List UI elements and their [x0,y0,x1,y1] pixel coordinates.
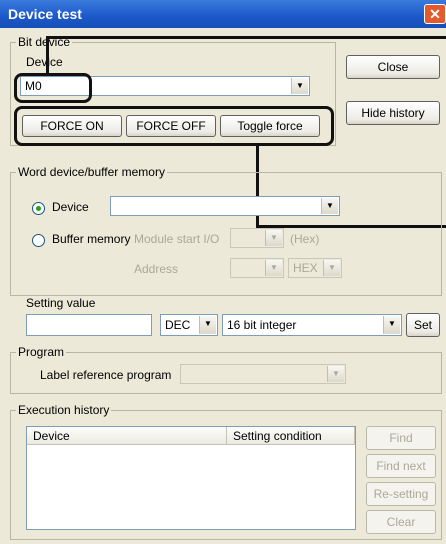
chevron-down-icon[interactable]: ▼ [383,316,400,334]
window-title: Device test [8,6,82,22]
device-test-window: Device test ✕ Bit device Device M0 ▼ FOR… [0,0,446,544]
radix-combo[interactable]: DEC ▼ [160,314,218,336]
chevron-down-icon: ▼ [323,260,340,276]
label-reference-program-label: Label reference program [40,368,172,382]
clear-button[interactable]: Clear [366,510,436,534]
word-device-inner: Device ▼ Buffer memory Module start I/O … [24,190,434,290]
column-header-setting-condition[interactable]: Setting condition [227,427,355,445]
hide-history-button[interactable]: Hide history [346,101,440,125]
word-device-legend: Word device/buffer memory [16,165,167,179]
data-type-combo[interactable]: 16 bit integer ▼ [222,314,402,336]
chevron-down-icon[interactable]: ▼ [291,78,308,94]
hex-unit-label: (Hex) [290,232,320,246]
label-reference-program-combo: ▼ [180,364,346,384]
address-format-combo: HEX ▼ [288,258,342,278]
address-input: ▼ [230,258,284,278]
chevron-down-icon[interactable]: ▼ [199,316,216,334]
module-start-label: Module start I/O [134,232,220,246]
execution-history-list[interactable]: Device Setting condition [26,426,356,530]
program-legend: Program [16,345,67,359]
address-format-value: HEX [293,261,318,275]
chevron-down-icon: ▼ [265,230,282,246]
close-button[interactable]: Close [346,55,440,79]
device-callout [14,73,92,103]
module-start-combo: ▼ [230,228,284,248]
set-button[interactable]: Set [406,313,440,337]
force-buttons-callout [14,106,334,146]
buffer-memory-radio-label: Buffer memory [52,232,131,246]
buffer-memory-radio[interactable] [32,234,45,247]
find-button[interactable]: Find [366,426,436,450]
callout-line-device-vertical [46,36,49,74]
device-radio-label: Device [52,200,89,214]
device-radio[interactable] [32,202,45,215]
callout-line-device-horizontal [46,36,446,39]
window-close-icon[interactable]: ✕ [424,4,446,24]
setting-value-legend: Setting value [26,296,96,310]
setting-value-input[interactable] [26,314,152,336]
chevron-down-icon: ▼ [265,260,282,276]
data-type-value: 16 bit integer [227,318,297,332]
address-label: Address [134,262,179,276]
chevron-down-icon: ▼ [327,366,344,382]
execution-history-legend: Execution history [16,403,112,417]
chevron-down-icon[interactable]: ▼ [321,198,338,214]
title-bar: Device test ✕ [0,0,446,28]
resetting-button[interactable]: Re-setting [366,482,436,506]
bit-device-label: Device [26,55,63,69]
column-header-device[interactable]: Device [27,427,227,445]
word-device-combo[interactable]: ▼ [110,196,340,216]
radix-value: DEC [165,318,191,332]
find-next-button[interactable]: Find next [366,454,436,478]
